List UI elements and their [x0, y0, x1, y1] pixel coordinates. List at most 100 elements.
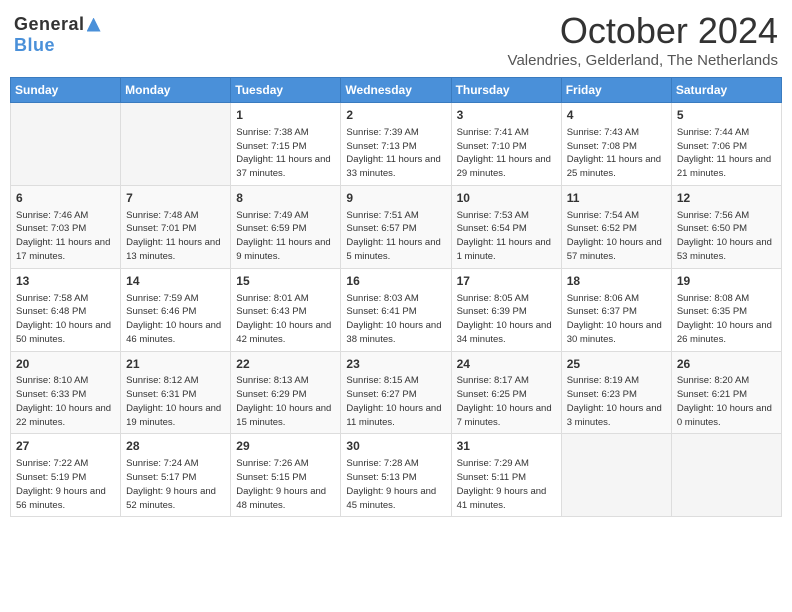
day-cell: 4 Sunrise: 7:43 AMSunset: 7:08 PMDaylight… — [561, 103, 671, 186]
day-info: Sunrise: 7:22 AMSunset: 5:19 PMDaylight:… — [16, 457, 115, 512]
day-header-monday: Monday — [121, 78, 231, 103]
day-number: 12 — [677, 190, 776, 207]
day-cell: 3 Sunrise: 7:41 AMSunset: 7:10 PMDaylight… — [451, 103, 561, 186]
day-header-wednesday: Wednesday — [341, 78, 451, 103]
day-header-sunday: Sunday — [11, 78, 121, 103]
day-info: Sunrise: 7:29 AMSunset: 5:11 PMDaylight:… — [457, 457, 556, 512]
day-number: 1 — [236, 107, 335, 124]
day-cell: 19 Sunrise: 8:08 AMSunset: 6:35 PMDayligh… — [671, 268, 781, 351]
day-cell: 16 Sunrise: 8:03 AMSunset: 6:41 PMDayligh… — [341, 268, 451, 351]
day-cell: 26Sunrise: 8:20 AMSunset: 6:21 PMDayligh… — [671, 351, 781, 434]
day-number: 16 — [346, 273, 445, 290]
day-info: Sunrise: 7:43 AMSunset: 7:08 PMDaylight:… — [567, 126, 666, 181]
day-info: Sunrise: 8:15 AMSunset: 6:27 PMDaylight:… — [346, 374, 445, 429]
day-cell: 20Sunrise: 8:10 AMSunset: 6:33 PMDayligh… — [11, 351, 121, 434]
day-number: 14 — [126, 273, 225, 290]
day-info: Sunrise: 8:08 AMSunset: 6:35 PMDaylight:… — [677, 292, 776, 347]
day-info: Sunrise: 8:03 AMSunset: 6:41 PMDaylight:… — [346, 292, 445, 347]
day-number: 3 — [457, 107, 556, 124]
day-info: Sunrise: 7:48 AMSunset: 7:01 PMDaylight:… — [126, 209, 225, 264]
day-cell — [561, 434, 671, 517]
day-number: 24 — [457, 356, 556, 373]
week-row-2: 6 Sunrise: 7:46 AMSunset: 7:03 PMDaylight… — [11, 185, 782, 268]
day-cell: 31 Sunrise: 7:29 AMSunset: 5:11 PMDayligh… — [451, 434, 561, 517]
day-cell: 28Sunrise: 7:24 AMSunset: 5:17 PMDayligh… — [121, 434, 231, 517]
week-row-1: 1Sunrise: 7:38 AMSunset: 7:15 PMDaylight… — [11, 103, 782, 186]
month-title: October 2024 — [508, 10, 778, 52]
calendar-table: SundayMondayTuesdayWednesdayThursdayFrid… — [10, 77, 782, 517]
day-number: 11 — [567, 190, 666, 207]
day-cell: 10 Sunrise: 7:53 AMSunset: 6:54 PMDayligh… — [451, 185, 561, 268]
day-info: Sunrise: 8:05 AMSunset: 6:39 PMDaylight:… — [457, 292, 556, 347]
day-info: Sunrise: 7:28 AMSunset: 5:13 PMDaylight:… — [346, 457, 445, 512]
week-row-3: 13 Sunrise: 7:58 AMSunset: 6:48 PMDayligh… — [11, 268, 782, 351]
day-cell: 23Sunrise: 8:15 AMSunset: 6:27 PMDayligh… — [341, 351, 451, 434]
day-info: Sunrise: 7:44 AMSunset: 7:06 PMDaylight:… — [677, 126, 776, 181]
logo-general-text: General — [14, 14, 85, 35]
day-cell: 2Sunrise: 7:39 AMSunset: 7:13 PMDaylight… — [341, 103, 451, 186]
day-cell: 30 Sunrise: 7:28 AMSunset: 5:13 PMDayligh… — [341, 434, 451, 517]
day-cell: 9Sunrise: 7:51 AMSunset: 6:57 PMDaylight… — [341, 185, 451, 268]
week-row-4: 20Sunrise: 8:10 AMSunset: 6:33 PMDayligh… — [11, 351, 782, 434]
day-cell: 18Sunrise: 8:06 AMSunset: 6:37 PMDayligh… — [561, 268, 671, 351]
day-number: 31 — [457, 438, 556, 455]
day-info: Sunrise: 7:58 AMSunset: 6:48 PMDaylight:… — [16, 292, 115, 347]
day-number: 22 — [236, 356, 335, 373]
day-number: 29 — [236, 438, 335, 455]
page-header: General Blue October 2024 Valendries, Ge… — [10, 10, 782, 69]
day-info: Sunrise: 7:54 AMSunset: 6:52 PMDaylight:… — [567, 209, 666, 264]
day-cell: 29 Sunrise: 7:26 AMSunset: 5:15 PMDayligh… — [231, 434, 341, 517]
day-info: Sunrise: 8:20 AMSunset: 6:21 PMDaylight:… — [677, 374, 776, 429]
day-info: Sunrise: 7:53 AMSunset: 6:54 PMDaylight:… — [457, 209, 556, 264]
day-info: Sunrise: 7:41 AMSunset: 7:10 PMDaylight:… — [457, 126, 556, 181]
day-number: 27 — [16, 438, 115, 455]
day-info: Sunrise: 7:49 AMSunset: 6:59 PMDaylight:… — [236, 209, 335, 264]
title-block: October 2024 Valendries, Gelderland, The… — [508, 10, 778, 69]
day-cell: 22Sunrise: 8:13 AMSunset: 6:29 PMDayligh… — [231, 351, 341, 434]
day-cell: 5 Sunrise: 7:44 AMSunset: 7:06 PMDaylight… — [671, 103, 781, 186]
day-number: 6 — [16, 190, 115, 207]
day-number: 10 — [457, 190, 556, 207]
location-subtitle: Valendries, Gelderland, The Netherlands — [508, 52, 778, 69]
day-header-friday: Friday — [561, 78, 671, 103]
day-header-tuesday: Tuesday — [231, 78, 341, 103]
day-info: Sunrise: 8:01 AMSunset: 6:43 PMDaylight:… — [236, 292, 335, 347]
day-info: Sunrise: 8:17 AMSunset: 6:25 PMDaylight:… — [457, 374, 556, 429]
day-number: 13 — [16, 273, 115, 290]
week-row-5: 27 Sunrise: 7:22 AMSunset: 5:19 PMDayligh… — [11, 434, 782, 517]
day-info: Sunrise: 8:12 AMSunset: 6:31 PMDaylight:… — [126, 374, 225, 429]
day-number: 19 — [677, 273, 776, 290]
day-info: Sunrise: 8:10 AMSunset: 6:33 PMDaylight:… — [16, 374, 115, 429]
day-number: 5 — [677, 107, 776, 124]
logo: General Blue — [14, 14, 101, 56]
day-cell: 8Sunrise: 7:49 AMSunset: 6:59 PMDaylight… — [231, 185, 341, 268]
day-cell — [671, 434, 781, 517]
day-number: 23 — [346, 356, 445, 373]
day-number: 28 — [126, 438, 225, 455]
day-number: 21 — [126, 356, 225, 373]
day-info: Sunrise: 7:59 AMSunset: 6:46 PMDaylight:… — [126, 292, 225, 347]
day-info: Sunrise: 7:46 AMSunset: 7:03 PMDaylight:… — [16, 209, 115, 264]
day-number: 25 — [567, 356, 666, 373]
day-cell — [11, 103, 121, 186]
day-cell: 17Sunrise: 8:05 AMSunset: 6:39 PMDayligh… — [451, 268, 561, 351]
day-info: Sunrise: 7:56 AMSunset: 6:50 PMDaylight:… — [677, 209, 776, 264]
day-number: 9 — [346, 190, 445, 207]
day-info: Sunrise: 7:26 AMSunset: 5:15 PMDaylight:… — [236, 457, 335, 512]
day-cell: 21Sunrise: 8:12 AMSunset: 6:31 PMDayligh… — [121, 351, 231, 434]
calendar-header-row: SundayMondayTuesdayWednesdayThursdayFrid… — [11, 78, 782, 103]
day-header-saturday: Saturday — [671, 78, 781, 103]
day-number: 15 — [236, 273, 335, 290]
logo-triangle-icon — [87, 18, 101, 32]
day-cell: 7Sunrise: 7:48 AMSunset: 7:01 PMDaylight… — [121, 185, 231, 268]
day-number: 4 — [567, 107, 666, 124]
day-cell: 24Sunrise: 8:17 AMSunset: 6:25 PMDayligh… — [451, 351, 561, 434]
logo-blue-text: Blue — [14, 35, 55, 56]
day-cell: 13 Sunrise: 7:58 AMSunset: 6:48 PMDayligh… — [11, 268, 121, 351]
day-number: 30 — [346, 438, 445, 455]
day-cell: 6 Sunrise: 7:46 AMSunset: 7:03 PMDaylight… — [11, 185, 121, 268]
day-cell: 15 Sunrise: 8:01 AMSunset: 6:43 PMDayligh… — [231, 268, 341, 351]
day-cell: 14 Sunrise: 7:59 AMSunset: 6:46 PMDayligh… — [121, 268, 231, 351]
day-cell: 11 Sunrise: 7:54 AMSunset: 6:52 PMDayligh… — [561, 185, 671, 268]
day-info: Sunrise: 8:06 AMSunset: 6:37 PMDaylight:… — [567, 292, 666, 347]
